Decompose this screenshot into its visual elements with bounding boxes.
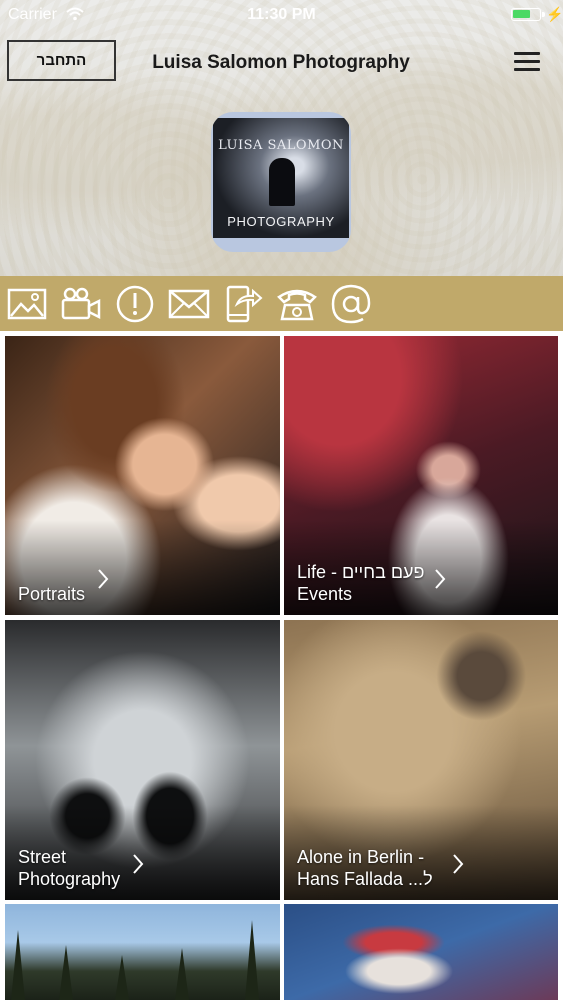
logo-top-text: LUISA SALOMON (218, 138, 344, 153)
share-phone-icon[interactable] (222, 284, 264, 324)
login-button[interactable]: התחבר (7, 40, 116, 81)
tile-label-line-1: Street (18, 847, 67, 867)
tile-label: Life - פעם בחיים Events (297, 561, 425, 605)
tile-label-line-1: Alone in Berlin - (297, 847, 425, 867)
status-bar: Carrier 11:30 PM ⚡ (0, 0, 563, 30)
logo-bottom-text: PHOTOGRAPHY (227, 214, 335, 229)
logo-couple-silhouette (269, 158, 295, 206)
mail-icon[interactable] (168, 284, 210, 324)
gallery-icon[interactable] (6, 284, 48, 324)
tile-label-line-1: Portraits (18, 584, 86, 604)
tree-silhouette (11, 930, 25, 1000)
charging-bolt-icon: ⚡ (546, 6, 563, 22)
brand-logo[interactable]: LUISA SALOMON PHOTOGRAPHY (211, 112, 351, 252)
hamburger-menu-icon[interactable] (514, 52, 540, 72)
menu-line (514, 52, 540, 55)
info-alert-icon[interactable] (114, 284, 156, 324)
tile-label: Street Photography (18, 846, 120, 890)
logo-photo: LUISA SALOMON PHOTOGRAPHY (213, 118, 349, 238)
chevron-right-icon (97, 568, 109, 595)
action-bar (0, 276, 563, 331)
app-title: Luisa Salomon Photography (152, 52, 410, 73)
gallery-tile-life-events[interactable]: Life - פעם בחיים Events (284, 336, 558, 615)
gallery-tile-alone-in-berlin[interactable]: Alone in Berlin - Hans Fallada ...ל (284, 620, 558, 900)
battery-icon (511, 8, 545, 21)
video-camera-icon[interactable] (60, 284, 102, 324)
tile-label-line-2: Photography (18, 869, 121, 889)
tree-silhouette (245, 920, 259, 1000)
gallery-tile-street-photography[interactable]: Street Photography (5, 620, 280, 900)
gallery-tile-portraits[interactable]: Portraits (5, 336, 280, 615)
chevron-right-icon (434, 568, 446, 595)
header: Carrier 11:30 PM ⚡ התחבר Luisa Salomon P… (0, 0, 563, 276)
chevron-right-icon (132, 853, 144, 880)
tile-label: Portraits (18, 583, 85, 605)
chevron-right-icon (452, 853, 464, 880)
tile-label-line-1: Life - פעם בחיים (297, 562, 425, 582)
tree-silhouette (115, 955, 129, 1000)
menu-line (514, 68, 540, 71)
telephone-icon[interactable] (276, 284, 318, 324)
gallery-tile-carnival[interactable] (284, 904, 558, 1000)
battery-cap (542, 12, 545, 17)
clock: 11:30 PM (247, 6, 316, 23)
gallery-tile-forest[interactable] (5, 904, 280, 1000)
tree-silhouette (175, 948, 189, 1000)
tile-label: Alone in Berlin - Hans Fallada ...ל (297, 846, 433, 890)
tree-silhouette (59, 945, 73, 1000)
at-sign-icon[interactable] (330, 284, 372, 324)
tile-label-line-2: Events (297, 584, 353, 604)
tile-label-line-2: Hans Fallada ...ל (297, 869, 433, 889)
menu-line (514, 60, 540, 63)
app-screen: Carrier 11:30 PM ⚡ התחבר Luisa Salomon P… (0, 0, 563, 1000)
battery-fill (513, 10, 530, 18)
